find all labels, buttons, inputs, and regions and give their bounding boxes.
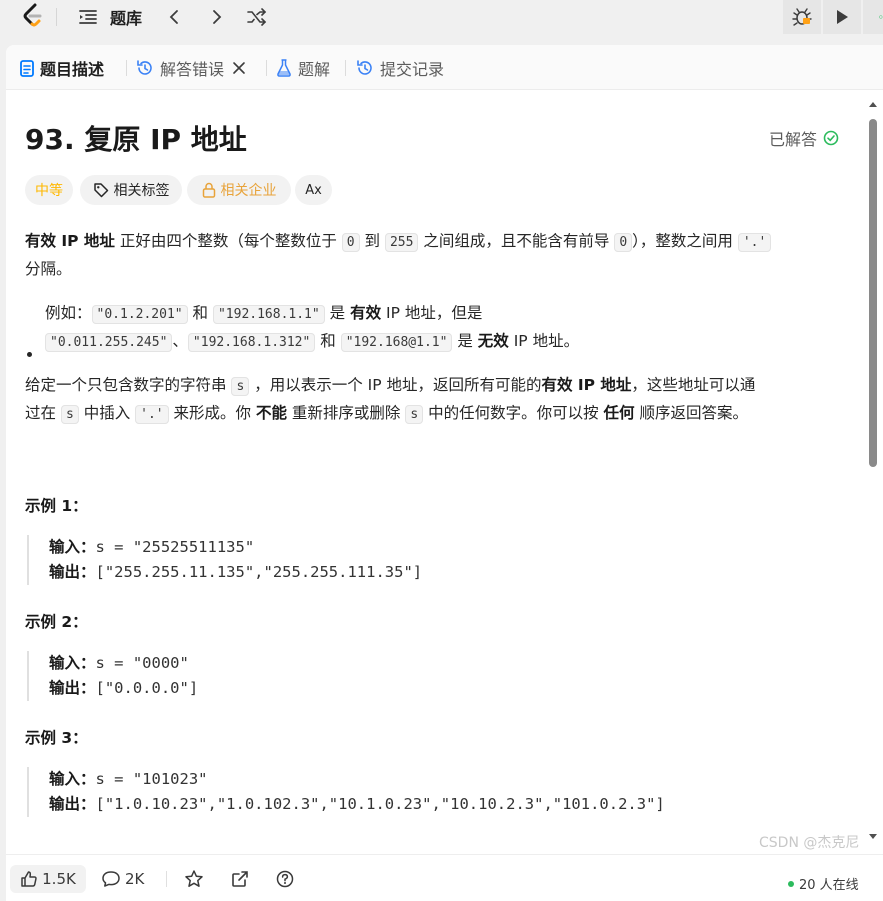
problem-list-title: 题库 <box>110 9 143 28</box>
top-bar: 题库 <box>0 0 883 34</box>
solved-status: 已解答 <box>769 126 839 150</box>
related-companies-button[interactable]: 相关企业 <box>187 175 291 205</box>
comment-icon <box>102 871 120 887</box>
translate-icon: Ax <box>305 182 322 198</box>
list-bullet <box>27 352 32 357</box>
leetcode-logo-icon[interactable] <box>21 3 45 29</box>
panel-tabs: 题目描述 解答错误 题解 提交记录 <box>6 45 883 90</box>
online-count: 20 人在线 <box>788 874 859 893</box>
prev-problem-button[interactable] <box>166 4 184 30</box>
close-icon[interactable] <box>232 61 246 75</box>
watermark: CSDN @杰克尼 <box>759 835 860 851</box>
translate-button[interactable]: Ax <box>295 175 332 205</box>
example-2-title: 示例 2： <box>25 613 88 631</box>
random-problem-button[interactable] <box>246 4 268 30</box>
star-icon <box>185 870 203 887</box>
tab-solutions[interactable]: 题解 <box>276 57 330 79</box>
thumbs-up-icon <box>21 871 37 887</box>
online-dot-icon <box>788 880 794 887</box>
problem-list-button[interactable]: 题库 <box>78 4 142 30</box>
scrollbar[interactable] <box>867 97 879 844</box>
description-example-list-item: 例如： "0.1.2.201" 和 "192.168.1.1" 是 有效 IP 地… <box>45 304 580 352</box>
external-link-icon <box>232 871 248 887</box>
chevron-right-icon <box>213 10 222 24</box>
upload-cloud-icon <box>879 15 883 19</box>
chevron-left-icon <box>169 10 178 24</box>
scroll-up-icon[interactable] <box>867 99 879 109</box>
debug-button[interactable] <box>783 0 821 34</box>
history-icon <box>357 60 372 75</box>
flask-icon <box>277 59 291 77</box>
run-button[interactable] <box>823 0 861 34</box>
scrollbar-thumb[interactable] <box>869 119 877 467</box>
tab-submissions[interactable]: 提交记录 <box>356 57 444 79</box>
difficulty-badge: 中等 <box>25 175 73 205</box>
tab-description[interactable]: 题目描述 <box>20 57 104 79</box>
description-icon <box>20 59 34 77</box>
example-1-block: 输入：s = "25525511135" 输出：["255.255.11.135… <box>27 535 422 585</box>
related-tags-button[interactable]: 相关标签 <box>80 175 182 205</box>
comments-button[interactable]: 2K <box>101 865 144 893</box>
list-icon <box>79 10 97 24</box>
next-problem-button[interactable] <box>207 4 225 30</box>
submit-button[interactable] <box>863 0 883 34</box>
share-button[interactable] <box>230 865 254 893</box>
favorite-button[interactable] <box>184 865 208 893</box>
lock-icon <box>202 182 215 198</box>
description-panel: 题目描述 解答错误 题解 提交记录 93. 复原 IP 地址 已解答 中等 相关… <box>6 45 883 901</box>
description-paragraph-3: 给定一个只包含数字的字符串 s ，用以表示一个 IP 地址，返回所有可能的有效 … <box>25 376 756 424</box>
topbar-divider <box>56 8 57 26</box>
example-3-title: 示例 3： <box>25 729 88 747</box>
history-icon <box>137 60 152 75</box>
panel-footer: 1.5K 2K 20 人在线 <box>6 854 883 901</box>
question-circle-icon <box>276 870 294 888</box>
bug-icon <box>792 8 812 26</box>
check-circle-icon <box>823 130 839 146</box>
shuffle-icon <box>247 8 267 26</box>
tab-wrong-answer[interactable]: 解答错误 <box>136 57 246 79</box>
help-button[interactable] <box>275 865 299 893</box>
question-title[interactable]: 93. 复原 IP 地址 <box>25 118 247 158</box>
tag-icon <box>93 183 108 198</box>
example-2-block: 输入：s = "0000" 输出：["0.0.0.0"] <box>27 651 198 701</box>
description-paragraph-1: 有效 IP 地址 正好由四个整数（每个整数位于 0 到 255 之间组成，且不能… <box>25 228 772 282</box>
example-1-title: 示例 1： <box>25 497 88 515</box>
like-button[interactable]: 1.5K <box>10 865 86 893</box>
example-3-block: 输入：s = "101023" 输出：["1.0.10.23","1.0.102… <box>27 767 665 817</box>
play-icon <box>837 10 848 24</box>
scroll-down-icon[interactable] <box>867 832 879 842</box>
